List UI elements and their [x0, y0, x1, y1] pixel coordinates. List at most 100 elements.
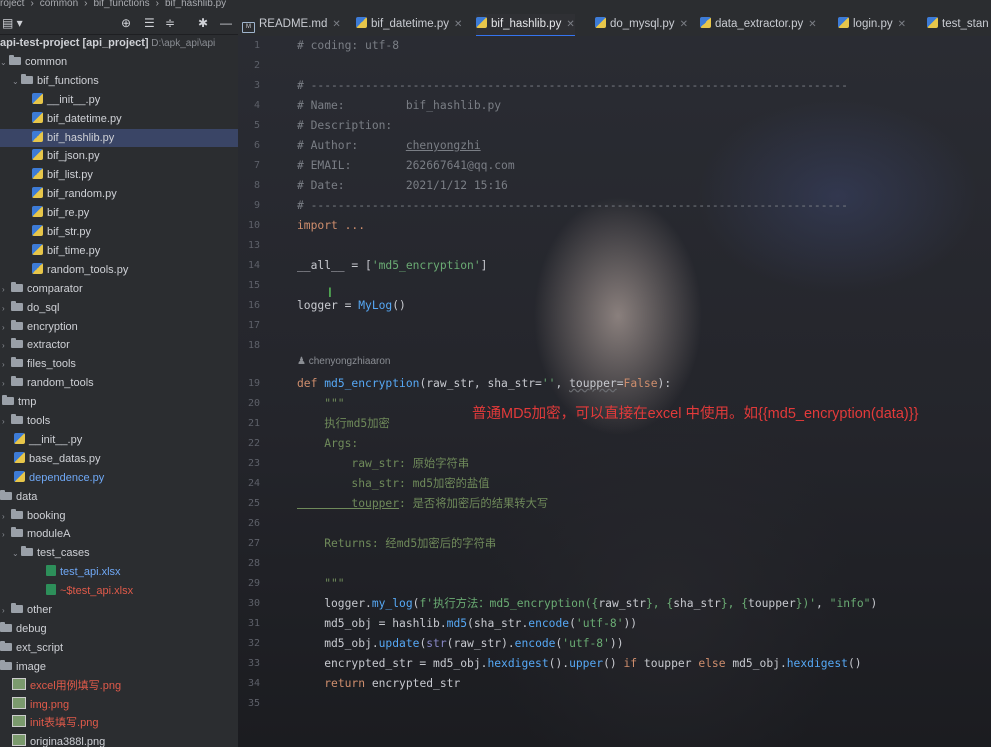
tree-item[interactable]: › extractor: [0, 336, 238, 354]
tree-item[interactable]: bif_random.py: [0, 185, 238, 203]
line-number: 16: [247, 300, 260, 311]
tree-item[interactable]: dependence.py: [0, 469, 238, 487]
tree-item[interactable]: › other: [0, 601, 238, 619]
tree-item-label: dependence.py: [29, 471, 105, 484]
tree-item[interactable]: test_api.xlsx: [0, 563, 238, 581]
tab-test_stan[interactable]: test_stan: [927, 14, 989, 35]
folder-icon: [21, 73, 33, 84]
tree-item[interactable]: › comparator: [0, 280, 238, 298]
python-file-icon: [14, 451, 25, 463]
chevron-down-icon[interactable]: ⌄: [0, 54, 9, 72]
chevron-right-icon[interactable]: ›: [2, 337, 11, 355]
tree-item[interactable]: tmp: [0, 393, 238, 411]
line-number: 34: [247, 678, 260, 689]
tab-bif_datetime-py[interactable]: bif_datetime.py ✕: [356, 14, 462, 35]
tree-item[interactable]: excel用例填写.png: [0, 677, 238, 695]
tab-readme-md[interactable]: M README.md ✕: [242, 14, 341, 35]
chevron-right-icon[interactable]: ›: [2, 602, 11, 620]
code-line-7: # EMAIL: 262667641@qq.com: [297, 159, 515, 172]
chevron-right-icon[interactable]: ›: [2, 281, 11, 299]
tree-item[interactable]: image: [0, 658, 238, 676]
breadcrumb-item[interactable]: common: [40, 0, 78, 9]
close-icon[interactable]: ✕: [680, 19, 688, 30]
breadcrumb-item[interactable]: bif_functions: [94, 0, 150, 9]
chevron-right-icon[interactable]: ›: [2, 413, 11, 431]
tree-item[interactable]: bif_str.py: [0, 223, 238, 241]
tree-item[interactable]: __init__.py: [0, 91, 238, 109]
breadcrumb-item[interactable]: roject: [0, 0, 24, 9]
python-file-icon: [32, 92, 43, 104]
tree-item[interactable]: bif_re.py: [0, 204, 238, 222]
tree-item[interactable]: base_datas.py: [0, 450, 238, 468]
tree-item-label: tools: [27, 415, 51, 427]
tree-item[interactable]: › encryption: [0, 318, 238, 336]
folder-icon: [11, 603, 23, 613]
close-icon[interactable]: ✕: [454, 19, 462, 30]
tree-item[interactable]: › booking: [0, 507, 238, 525]
tree-item[interactable]: bif_list.py: [0, 166, 238, 184]
tab-do_mysql-py[interactable]: do_mysql.py ✕: [595, 14, 688, 35]
chevron-right-icon[interactable]: ›: [2, 508, 11, 526]
tree-item[interactable]: › tools: [0, 412, 238, 430]
tree-item-label: booking: [27, 509, 66, 522]
collapse-all-icon[interactable]: ≑: [165, 16, 175, 30]
line-number: 28: [247, 558, 260, 569]
tree-item[interactable]: random_tools.py: [0, 261, 238, 279]
tree-item-label: bif_time.py: [47, 244, 101, 257]
tree-item[interactable]: bif_time.py: [0, 242, 238, 260]
chevron-right-icon[interactable]: ›: [2, 319, 11, 337]
tab-data_extractor-py[interactable]: data_extractor.py ✕: [700, 14, 817, 35]
chevron-down-icon[interactable]: ⌄: [12, 545, 21, 563]
folder-icon: [0, 489, 12, 500]
tab-bif_hashlib-py[interactable]: bif_hashlib.py ✕: [476, 14, 575, 36]
tree-item[interactable]: __init__.py: [0, 431, 238, 449]
tree-item[interactable]: › files_tools: [0, 355, 238, 373]
chevron-right-icon[interactable]: ›: [2, 526, 11, 544]
close-icon[interactable]: ✕: [566, 19, 574, 30]
tree-item[interactable]: debug: [0, 620, 238, 638]
close-icon[interactable]: ✕: [332, 19, 340, 30]
tree-item-label: moduleA: [27, 528, 71, 541]
chevron-right-icon[interactable]: ›: [2, 356, 11, 374]
tree-item[interactable]: bif_json.py: [0, 147, 238, 165]
gear-icon[interactable]: ✱: [198, 16, 208, 30]
tree-item[interactable]: img.png: [0, 696, 238, 714]
tree-item[interactable]: bif_datetime.py: [0, 110, 238, 128]
tree-item[interactable]: data: [0, 488, 238, 506]
tree-item[interactable]: ext_script: [0, 639, 238, 657]
expand-all-icon[interactable]: ☰: [144, 16, 155, 30]
minimize-icon[interactable]: —: [220, 16, 232, 30]
code-line-10[interactable]: import ...: [297, 216, 365, 236]
tree-item[interactable]: origina388l.png: [0, 733, 238, 747]
project-view-icon[interactable]: ▤ ▾: [2, 16, 23, 30]
code-line-20: """: [297, 397, 345, 410]
project-tree: api-test-project [api_project] D:\apk_ap…: [0, 35, 238, 747]
tree-item[interactable]: ~$test_api.xlsx: [0, 582, 238, 600]
tree-item[interactable]: › random_tools: [0, 374, 238, 392]
chevron-down-icon[interactable]: ⌄: [12, 73, 21, 91]
tree-item[interactable]: ⌄ common: [0, 53, 238, 71]
locate-icon[interactable]: ⊕: [121, 16, 131, 30]
line-number: 10: [247, 220, 260, 231]
breadcrumb-item[interactable]: bif_hashlib.py: [165, 0, 226, 9]
tree-item[interactable]: › do_sql: [0, 299, 238, 317]
tree-item[interactable]: › moduleA: [0, 525, 238, 543]
close-icon[interactable]: ✕: [898, 19, 906, 30]
tab-login-py[interactable]: login.py ✕: [838, 14, 906, 35]
close-icon[interactable]: ✕: [808, 19, 816, 30]
project-path: D:\apk_api\api: [148, 38, 216, 49]
tree-item-label: common: [25, 55, 68, 68]
chevron-right-icon[interactable]: ›: [2, 375, 11, 393]
tree-item[interactable]: ⌄ test_cases: [0, 544, 238, 562]
line-number: 22: [247, 438, 260, 449]
image-file-icon: [12, 677, 26, 690]
tree-item[interactable]: init表填写.png: [0, 714, 238, 732]
chevron-right-icon[interactable]: ›: [2, 300, 11, 318]
folder-icon: [11, 527, 23, 538]
tree-item[interactable]: ⌄ bif_functions: [0, 72, 238, 90]
tree-item-label: origina388l.png: [30, 736, 106, 747]
code-editor[interactable]: 1 2 3 4 5 6 7 8 9 10 13 14 15 16 17 18 19 20 21 22 23 24 25 26 2…: [238, 36, 991, 747]
tree-item[interactable]: api-test-project [api_project] D:\apk_ap…: [0, 35, 238, 52]
author-inlay-hint[interactable]: ♟ chenyongzhiaaron: [297, 356, 390, 367]
tree-item[interactable]: bif_hashlib.py: [0, 128, 238, 147]
